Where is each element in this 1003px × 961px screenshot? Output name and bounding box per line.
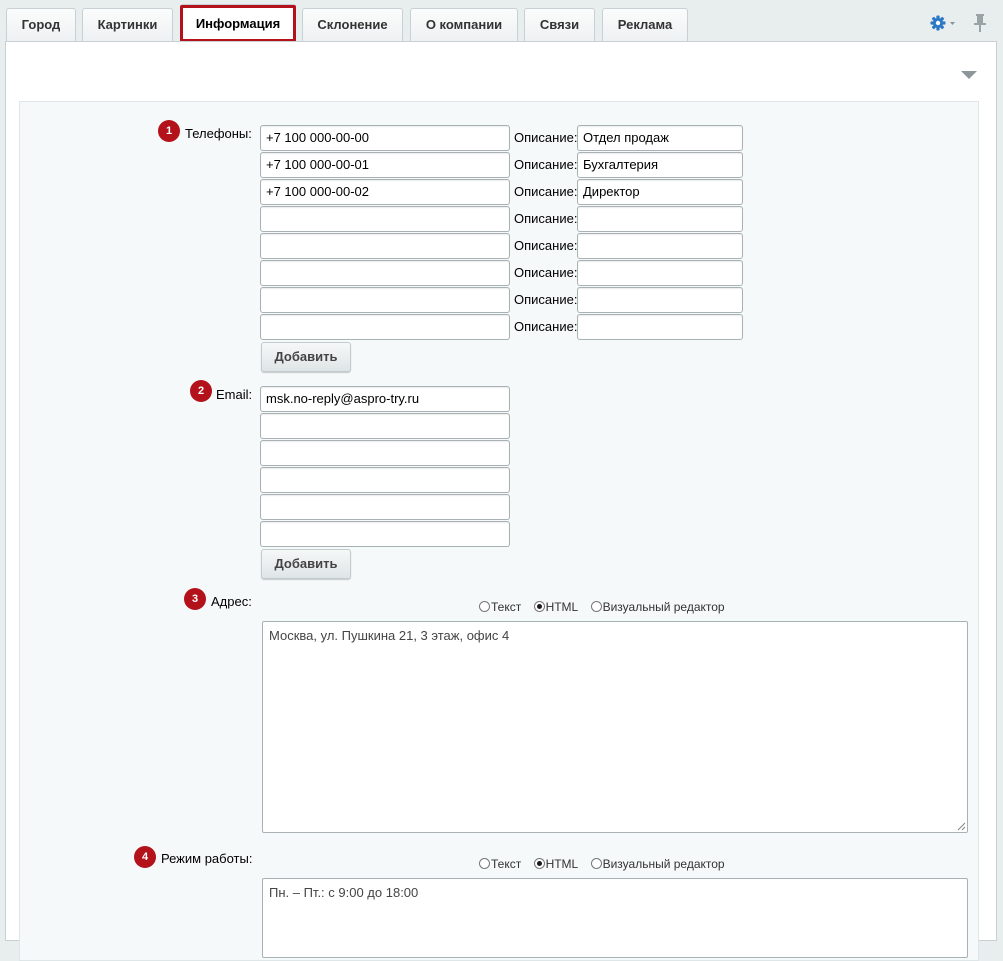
tab-about-company[interactable]: О компании bbox=[410, 8, 518, 41]
step-badge-4: 4 bbox=[134, 846, 156, 868]
phone-input[interactable]: +7 100 000-00-01 bbox=[260, 152, 510, 178]
tab-declension[interactable]: Склонение bbox=[302, 8, 403, 41]
tab-bar: Город Картинки Информация Склонение О ко… bbox=[0, 0, 1003, 42]
step-badge-1: 1 bbox=[158, 120, 180, 142]
phone-input[interactable] bbox=[260, 206, 510, 232]
radio-button[interactable] bbox=[590, 601, 602, 612]
email-input[interactable] bbox=[260, 440, 510, 466]
description-label: Описание: bbox=[514, 130, 578, 145]
schedule-mode-visual[interactable]: Визуальный редактор bbox=[590, 857, 725, 871]
email-input[interactable] bbox=[260, 521, 510, 547]
add-email-button[interactable]: Добавить bbox=[261, 549, 351, 579]
radio-button[interactable] bbox=[590, 858, 602, 869]
radio-button-selected[interactable] bbox=[533, 601, 545, 612]
radio-button-selected[interactable] bbox=[533, 858, 545, 869]
schedule-textarea[interactable]: Пн. – Пт.: с 9:00 до 18:00 bbox=[262, 878, 968, 958]
schedule-mode-text[interactable]: Текст bbox=[479, 857, 521, 871]
phones-label: Телефоны: bbox=[185, 126, 252, 141]
address-label: Адрес: bbox=[211, 594, 252, 609]
tab-advertising[interactable]: Реклама bbox=[602, 8, 688, 41]
tab-city[interactable]: Город bbox=[6, 8, 76, 41]
description-label: Описание: bbox=[514, 157, 578, 172]
tab-pictures[interactable]: Картинки bbox=[82, 8, 173, 41]
description-label: Описание: bbox=[514, 265, 578, 280]
radio-button[interactable] bbox=[479, 601, 490, 612]
schedule-mode-html[interactable]: HTML bbox=[533, 857, 578, 871]
address-mode-html[interactable]: HTML bbox=[533, 600, 578, 614]
phone-input[interactable]: +7 100 000-00-02 bbox=[260, 179, 510, 205]
email-input[interactable]: msk.no-reply@aspro-try.ru bbox=[260, 386, 510, 412]
phone-description-input[interactable] bbox=[577, 260, 743, 286]
description-label: Описание: bbox=[514, 292, 578, 307]
phone-description-input[interactable] bbox=[577, 233, 743, 259]
email-input[interactable] bbox=[260, 413, 510, 439]
radio-button[interactable] bbox=[479, 858, 490, 869]
gear-icon[interactable] bbox=[928, 12, 956, 34]
description-label: Описание: bbox=[514, 184, 578, 199]
description-label: Описание: bbox=[514, 211, 578, 226]
phone-input[interactable] bbox=[260, 314, 510, 340]
tab-links[interactable]: Связи bbox=[524, 8, 595, 41]
resize-grip-icon[interactable] bbox=[956, 821, 966, 831]
address-mode-text[interactable]: Текст bbox=[479, 600, 521, 614]
phone-description-input[interactable]: Отдел продаж bbox=[577, 125, 743, 151]
add-phone-button[interactable]: Добавить bbox=[261, 342, 351, 372]
step-badge-2: 2 bbox=[190, 380, 212, 402]
description-label: Описание: bbox=[514, 238, 578, 253]
email-label: Email: bbox=[216, 387, 253, 402]
address-textarea[interactable]: Москва, ул. Пушкина 21, 3 этаж, офис 4 bbox=[262, 621, 968, 833]
phone-description-input[interactable] bbox=[577, 314, 743, 340]
phone-input[interactable] bbox=[260, 233, 510, 259]
email-input[interactable] bbox=[260, 494, 510, 520]
phone-description-input[interactable]: Директор bbox=[577, 179, 743, 205]
pin-icon[interactable] bbox=[972, 12, 988, 34]
address-mode-visual[interactable]: Визуальный редактор bbox=[590, 600, 725, 614]
phone-description-input[interactable] bbox=[577, 206, 743, 232]
tab-information[interactable]: Информация bbox=[180, 4, 296, 42]
address-mode-selector: Текст HTML Визуальный редактор bbox=[479, 600, 734, 614]
triangle-down-icon[interactable] bbox=[960, 69, 978, 81]
phone-input[interactable]: +7 100 000-00-00 bbox=[260, 125, 510, 151]
schedule-mode-selector: Текст HTML Визуальный редактор bbox=[479, 857, 734, 871]
phone-input[interactable] bbox=[260, 287, 510, 313]
phone-description-input[interactable]: Бухгалтерия bbox=[577, 152, 743, 178]
email-input[interactable] bbox=[260, 467, 510, 493]
phone-input[interactable] bbox=[260, 260, 510, 286]
description-label: Описание: bbox=[514, 319, 578, 334]
chevron-down-icon bbox=[950, 22, 955, 25]
step-badge-3: 3 bbox=[184, 588, 206, 610]
schedule-label: Режим работы: bbox=[161, 851, 253, 866]
phone-description-input[interactable] bbox=[577, 287, 743, 313]
